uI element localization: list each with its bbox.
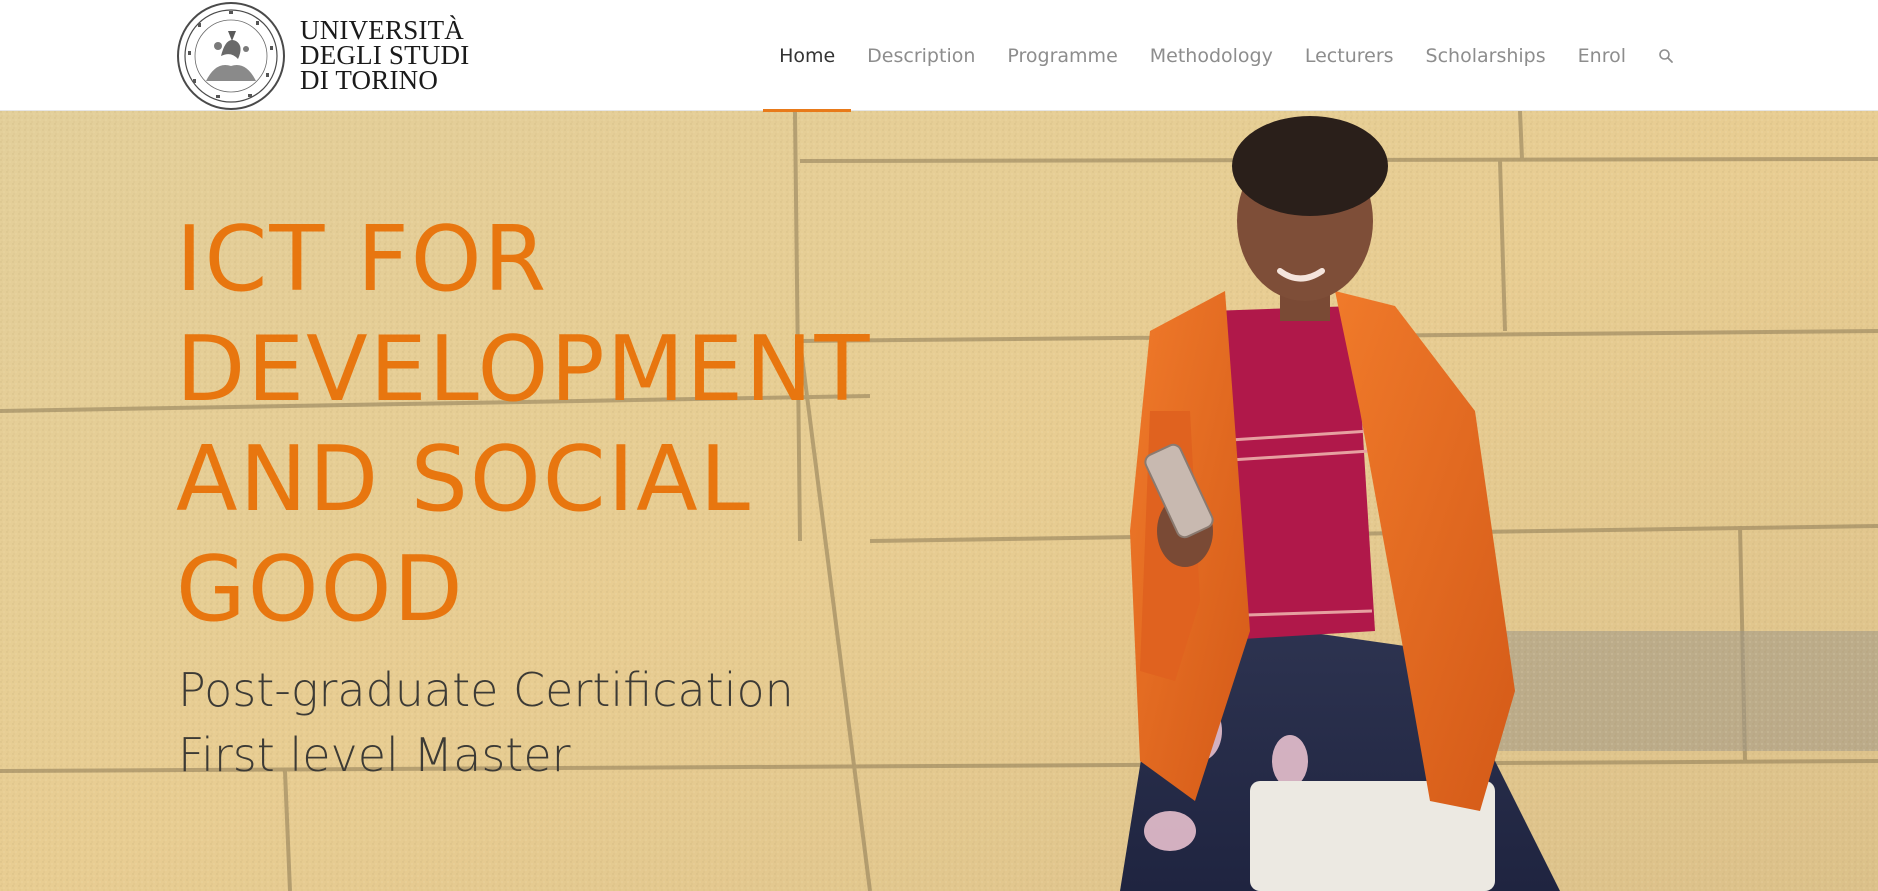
hero-title: ICT FOR DEVELOPMENT AND SOCIAL GOOD: [176, 205, 1016, 645]
nav-item-scholarships[interactable]: Scholarships: [1410, 0, 1562, 111]
nav-item-programme[interactable]: Programme: [991, 0, 1133, 111]
nav-item-description[interactable]: Description: [851, 0, 991, 111]
nav-item-home[interactable]: Home: [763, 0, 852, 112]
nav-item-lecturers[interactable]: Lecturers: [1289, 0, 1410, 111]
hero-subtitle-line-1: Post-graduate Certification: [178, 663, 794, 717]
hero-title-line-3: AND SOCIAL: [176, 427, 752, 532]
search-button[interactable]: [1642, 0, 1690, 111]
main-nav: Home Description Programme Methodology L…: [763, 0, 1690, 112]
hero-title-line-4: GOOD: [176, 537, 465, 642]
university-seal-icon: [177, 1, 285, 110]
university-logo[interactable]: UNIVERSITÀ DEGLI STUDI DI TORINO: [176, 0, 469, 111]
hero-banner: ICT FOR DEVELOPMENT AND SOCIAL GOOD Post…: [0, 111, 1878, 891]
site-header: UNIVERSITÀ DEGLI STUDI DI TORINO Home De…: [0, 0, 1878, 112]
search-icon: [1659, 48, 1673, 63]
hero-subtitle: Post-graduate Certification First level …: [178, 658, 794, 788]
university-name: UNIVERSITÀ DEGLI STUDI DI TORINO: [300, 17, 469, 95]
nav-item-enrol[interactable]: Enrol: [1562, 0, 1642, 111]
logo-line-3: DI TORINO: [300, 65, 439, 95]
hero-subtitle-line-2: First level Master: [178, 728, 571, 782]
hero-title-line-2: DEVELOPMENT: [176, 317, 872, 422]
hero-title-line-1: ICT FOR: [176, 207, 549, 312]
nav-item-methodology[interactable]: Methodology: [1134, 0, 1289, 111]
